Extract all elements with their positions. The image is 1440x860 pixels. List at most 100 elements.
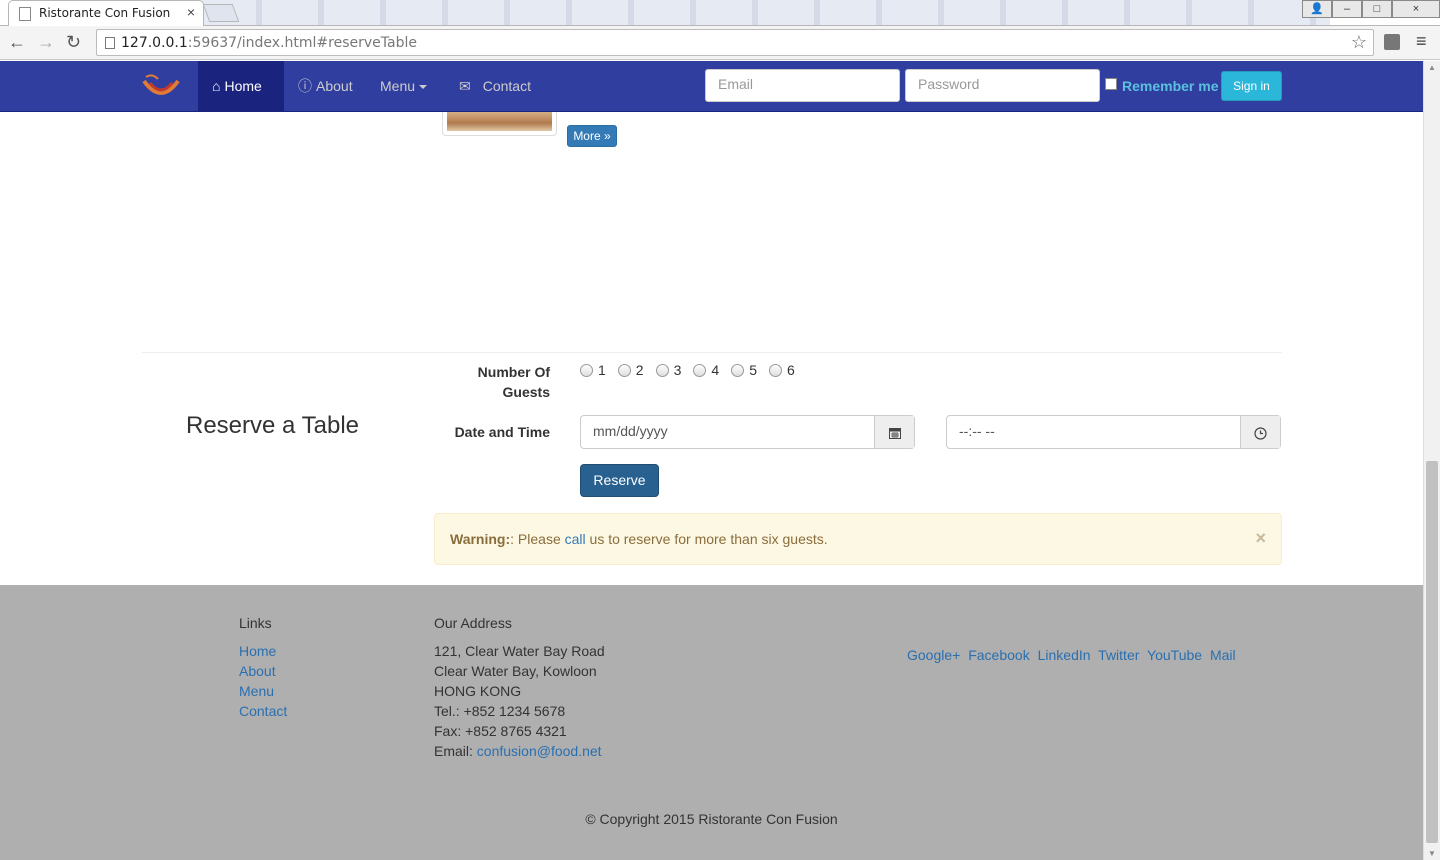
nav-menu-dropdown[interactable]: Menu — [380, 61, 428, 111]
footer-link-about[interactable]: About — [239, 663, 276, 679]
guest-option-label: 5 — [749, 362, 757, 378]
guest-option-2[interactable]: 2 — [617, 362, 644, 378]
guest-option-6[interactable]: 6 — [768, 362, 795, 378]
maximize-button[interactable]: □ — [1362, 0, 1392, 18]
guest-option-1[interactable]: 1 — [580, 362, 606, 378]
scroll-down-icon[interactable]: ▼ — [1428, 849, 1436, 858]
reserve-title: Reserve a Table — [186, 412, 359, 439]
tab-title: Ristorante Con Fusion — [39, 6, 171, 20]
alert-close-icon[interactable]: × — [1255, 528, 1266, 549]
date-input[interactable]: mm/dd/yyyy — [581, 416, 875, 448]
password-input[interactable]: Password — [905, 69, 1100, 102]
url-text[interactable]: 127.0.0.1:59637/index.html#reserveTable — [121, 35, 417, 51]
page-scrollbar[interactable]: ▲ ▼ — [1423, 61, 1440, 860]
guest-option-label: 4 — [711, 362, 720, 378]
browser-toolbar: ← → ↻ 127.0.0.1:59637/index.html#reserve… — [0, 26, 1440, 60]
email-input[interactable]: Email — [705, 69, 900, 102]
reload-icon[interactable]: ↻ — [66, 32, 81, 53]
site-footer: Links Home About Menu Contact Our Addres… — [0, 585, 1423, 860]
guests-label-line2: Guests — [502, 384, 550, 400]
nav-about[interactable]: ⓘ About — [298, 61, 353, 111]
tab-close-icon[interactable]: × — [187, 4, 195, 20]
window-controls: 👤 – □ × — [1302, 0, 1440, 20]
scroll-up-icon[interactable]: ▲ — [1428, 63, 1436, 72]
guest-option-3[interactable]: 3 — [655, 362, 682, 378]
warning-text-post: us to reserve for more than six guests. — [585, 531, 828, 547]
background-tabs[interactable] — [200, 0, 1330, 25]
social-linkedin[interactable]: LinkedIn — [1038, 647, 1091, 663]
extension-icon[interactable] — [1384, 34, 1400, 50]
guest-option-5[interactable]: 5 — [731, 362, 757, 378]
back-icon[interactable]: ← — [8, 32, 26, 53]
radio-button[interactable] — [655, 363, 669, 377]
guest-option-label: 1 — [598, 362, 606, 378]
radio-button[interactable] — [731, 363, 745, 377]
address-line: Clear Water Bay, Kowloon — [434, 663, 597, 679]
guest-option-4[interactable]: 4 — [693, 362, 719, 378]
leader-image — [447, 112, 552, 131]
social-google-plus[interactable]: Google+ — [907, 647, 960, 663]
nav-home-label: Home — [224, 78, 262, 94]
url-path: :59637/index.html#reserveTable — [187, 35, 417, 51]
browser-tab-bar: Ristorante Con Fusion × 👤 – □ × — [0, 0, 1440, 26]
home-icon: ⌂ — [212, 78, 221, 94]
social-twitter[interactable]: Twitter — [1098, 647, 1139, 663]
nav-contact-label: Contact — [482, 78, 531, 94]
social-links: Google+ Facebook LinkedIn Twitter YouTub… — [907, 647, 1240, 663]
address-bar[interactable]: 127.0.0.1:59637/index.html#reserveTable … — [96, 29, 1374, 56]
social-youtube[interactable]: YouTube — [1147, 647, 1202, 663]
more-button[interactable]: More » — [567, 125, 617, 147]
site-navbar: ⌂ Home ⓘ About Menu ✉ Contact Email Passwor… — [0, 61, 1423, 112]
envelope-icon: ✉ — [459, 78, 471, 94]
remember-label: Remember me — [1122, 78, 1219, 94]
calendar-icon[interactable] — [875, 416, 914, 448]
guests-radio-group: 1 2 3 4 5 6 — [580, 362, 807, 378]
warning-text-pre: : Please — [510, 531, 565, 547]
warning-alert: Warning:: Please call us to reserve for … — [434, 513, 1282, 565]
scroll-thumb[interactable] — [1426, 461, 1438, 843]
user-icon[interactable]: 👤 — [1302, 0, 1332, 18]
copyright: © Copyright 2015 Ristorante Con Fusion — [585, 811, 838, 827]
nav-home[interactable]: ⌂ Home — [198, 61, 284, 111]
call-link[interactable]: call — [565, 531, 586, 547]
page-favicon-icon — [19, 7, 31, 21]
caret-down-icon — [419, 85, 428, 90]
bookmark-star-icon[interactable]: ☆ — [1351, 32, 1367, 53]
remember-me[interactable]: Remember me — [1105, 78, 1219, 94]
address-line: 121, Clear Water Bay Road — [434, 643, 605, 659]
email-link[interactable]: confusion@food.net — [477, 743, 602, 759]
social-facebook[interactable]: Facebook — [968, 647, 1029, 663]
section-divider — [142, 352, 1282, 353]
logo-icon[interactable] — [140, 71, 182, 105]
browser-tab-active[interactable]: Ristorante Con Fusion × — [8, 0, 204, 26]
datetime-label: Date and Time — [454, 424, 550, 440]
reserve-button[interactable]: Reserve — [580, 464, 659, 497]
radio-button[interactable] — [768, 363, 782, 377]
warning-strong: Warning: — [450, 531, 511, 547]
page-icon — [105, 37, 115, 49]
radio-button[interactable] — [580, 363, 593, 377]
radio-button[interactable] — [693, 363, 707, 377]
footer-link-contact[interactable]: Contact — [239, 703, 287, 719]
radio-button[interactable] — [617, 363, 631, 377]
minimize-button[interactable]: – — [1332, 0, 1362, 18]
forward-icon[interactable]: → — [37, 32, 55, 53]
url-host: 127.0.0.1 — [121, 35, 188, 51]
nav-contact[interactable]: ✉ Contact — [459, 61, 531, 111]
guest-option-label: 3 — [673, 362, 682, 378]
browser-menu-icon[interactable]: ≡ — [1416, 31, 1427, 52]
time-input-group: --:-- -- — [946, 415, 1281, 449]
leader-photo — [442, 112, 557, 136]
fax-text: Fax: +852 8765 4321 — [434, 723, 567, 739]
sign-in-button[interactable]: Sign in — [1221, 71, 1282, 101]
new-tab-button[interactable] — [202, 4, 240, 22]
date-input-group: mm/dd/yyyy — [580, 415, 915, 449]
footer-link-home[interactable]: Home — [239, 643, 276, 659]
remember-checkbox[interactable] — [1105, 78, 1117, 90]
close-window-button[interactable]: × — [1392, 0, 1440, 18]
clock-icon[interactable] — [1241, 416, 1280, 448]
footer-link-menu[interactable]: Menu — [239, 683, 274, 699]
time-input[interactable]: --:-- -- — [947, 416, 1241, 448]
social-mail[interactable]: Mail — [1210, 647, 1236, 663]
guests-label: Number Of Guests — [460, 362, 550, 402]
